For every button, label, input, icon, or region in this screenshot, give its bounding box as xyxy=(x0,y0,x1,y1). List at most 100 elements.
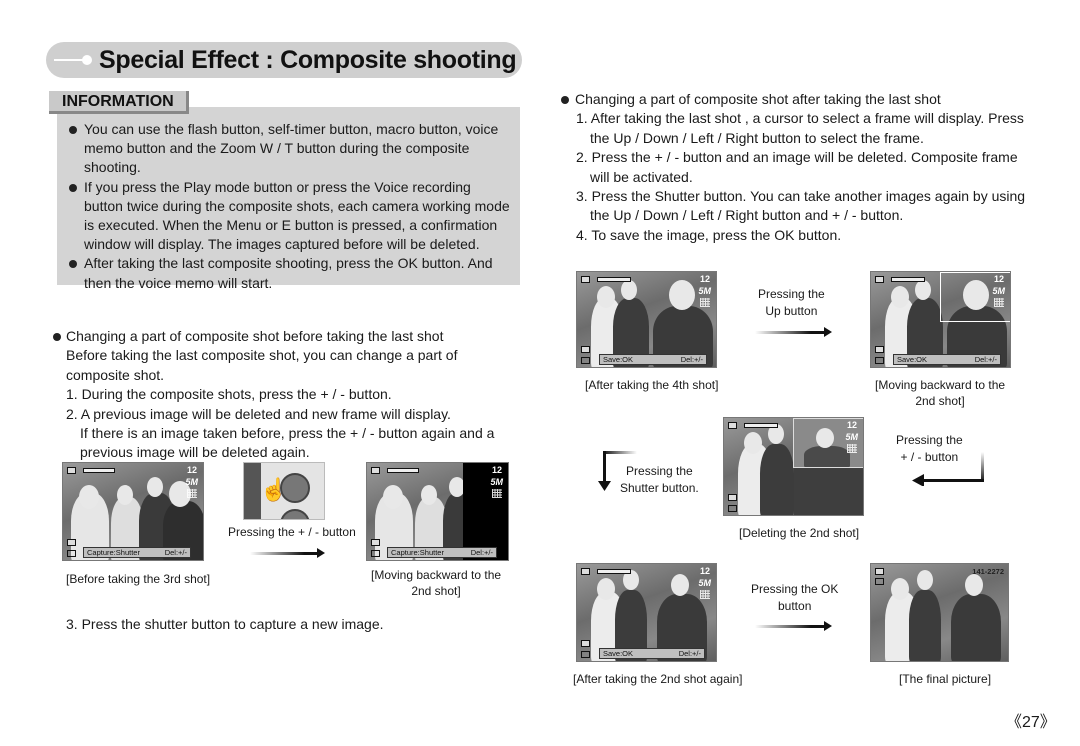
image-size: 5M xyxy=(992,286,1005,296)
right-arrow-icon xyxy=(250,548,325,558)
information-list: You can use the flash button, self-timer… xyxy=(68,120,513,293)
caption-deleting-2nd: [Deleting the 2nd shot] xyxy=(739,526,860,540)
quality-icon xyxy=(492,489,502,498)
quality-icon xyxy=(700,590,710,599)
page-number: 《27》 xyxy=(1006,714,1056,731)
caption-final-picture: [The final picture] xyxy=(899,672,992,686)
right-arrow-icon xyxy=(755,621,832,631)
label-line: Pressing the xyxy=(758,287,825,301)
quality-icon xyxy=(700,298,710,307)
file-number: 141-2272 xyxy=(972,567,1004,576)
label-line: Shutter button. xyxy=(620,481,699,495)
play-button-graphic xyxy=(280,509,310,519)
battery-icon xyxy=(875,578,884,585)
step-4: 4. To save the image, press the OK butto… xyxy=(576,226,842,243)
left-arrow-icon xyxy=(912,452,984,486)
frame-icon xyxy=(581,640,590,647)
battery-icon xyxy=(67,550,76,557)
right-arrow-icon xyxy=(755,327,832,337)
save-hint: Save:OK xyxy=(603,355,634,364)
screen-hint-bar: Capture:Shutter Del:+/- xyxy=(83,547,191,558)
shot-count: 12 xyxy=(993,274,1004,284)
camera-screen-after-4th: 12 5M Save:OK Del:+/- xyxy=(576,271,717,368)
step-2: 2. Press the + / - button and an image w… xyxy=(576,149,1018,185)
camera-mode-icon xyxy=(581,276,590,283)
battery-icon xyxy=(371,550,380,557)
caption-line: [Moving backward to the xyxy=(875,378,1006,392)
quality-icon xyxy=(187,489,197,498)
camera-screen-moving-backward-2: 12 5M Save:OK Del:+/- xyxy=(870,271,1011,368)
shot-count: 12 xyxy=(699,274,710,284)
caption-line: [Moving backward to the xyxy=(371,568,502,582)
section-heading: Changing a part of composite shot after … xyxy=(560,90,1035,109)
save-hint: Save:OK xyxy=(897,355,928,364)
info-bullet: If you press the Play mode button or pre… xyxy=(68,178,513,255)
shot-count: 12 xyxy=(491,465,502,475)
camera-mode-icon xyxy=(875,276,884,283)
screen-hint-bar: Save:OK Del:+/- xyxy=(599,354,707,365)
info-bullet: After taking the last composite shooting… xyxy=(68,254,513,292)
pointing-hand-icon: ☝ xyxy=(260,477,288,502)
step-1: 1. After taking the last shot , a cursor… xyxy=(576,110,1024,146)
frame-icon xyxy=(581,346,590,353)
image-size: 5M xyxy=(698,286,711,296)
caption-moving-backward: [Moving backward to the 2nd shot] xyxy=(371,567,501,599)
label-line: Pressing the xyxy=(896,433,963,447)
zoom-bar xyxy=(83,468,115,473)
image-size: 5M xyxy=(845,432,858,442)
caption-line: 2nd shot] xyxy=(915,394,965,408)
image-size: 5M xyxy=(185,477,198,487)
camera-screen-moving-backward: 12 5M Capture:Shutter Del:+/- xyxy=(366,462,509,561)
capture-hint: Capture:Shutter xyxy=(391,548,444,557)
page-title-bar: Special Effect : Composite shooting xyxy=(46,42,522,78)
image-size: 5M xyxy=(698,578,711,588)
step-3: 3. Press the Shutter button. You can tak… xyxy=(576,188,1026,224)
arrow-label-up: Pressing the Up button xyxy=(758,286,825,320)
step-3: 3. Press the shutter button to capture a… xyxy=(66,616,384,632)
label-line: Pressing the xyxy=(626,464,693,478)
screen-hint-bar: Capture:Shutter Del:+/- xyxy=(387,547,497,558)
zoom-bar xyxy=(891,277,925,282)
arrow-label-ok: Pressing the OK button xyxy=(751,581,838,615)
frame-icon xyxy=(728,494,737,501)
zoom-bar xyxy=(597,277,631,282)
information-tab: INFORMATION xyxy=(49,91,189,114)
screen-hint-bar: Save:OK Del:+/- xyxy=(893,354,1001,365)
step-1: 1. During the composite shots, press the… xyxy=(66,386,392,403)
step-2: 2. A previous image will be deleted and … xyxy=(66,405,451,422)
section-heading: Changing a part of composite shot before… xyxy=(52,327,522,346)
save-hint: Save:OK xyxy=(603,649,634,658)
label-line: button xyxy=(778,599,812,613)
before-last-section: Changing a part of composite shot before… xyxy=(52,327,522,463)
plus-minus-button-photo: ☝ xyxy=(243,462,325,520)
shot-count: 12 xyxy=(846,420,857,430)
delete-hint: Del:+/- xyxy=(470,548,493,557)
frame-icon xyxy=(371,539,380,546)
battery-icon xyxy=(875,357,884,364)
capture-hint: Capture:Shutter xyxy=(87,548,140,557)
step-2-detail: If there is an image taken before, press… xyxy=(80,425,495,461)
title-decoration-dot xyxy=(82,55,92,65)
caption-line: 2nd shot] xyxy=(411,584,461,598)
delete-hint: Del:+/- xyxy=(680,355,703,364)
camera-mode-icon xyxy=(581,568,590,575)
camera-screen-after-2nd-again: 12 5M Save:OK Del:+/- xyxy=(576,563,717,662)
title-decoration-line xyxy=(54,59,84,61)
image-size: 5M xyxy=(490,477,503,487)
screen-hint-bar: Save:OK Del:+/- xyxy=(599,648,705,659)
label-line: Up button xyxy=(765,304,818,318)
battery-icon xyxy=(581,357,590,364)
shot-count: 12 xyxy=(186,465,197,475)
play-mode-icon xyxy=(875,568,884,575)
delete-hint: Del:+/- xyxy=(974,355,997,364)
zoom-bar xyxy=(387,468,419,473)
caption-moving-backward-2: [Moving backward to the 2nd shot] xyxy=(875,377,1005,409)
after-last-section: Changing a part of composite shot after … xyxy=(560,90,1035,245)
quality-icon xyxy=(994,298,1004,307)
arrow-label-shutter: Pressing the Shutter button. xyxy=(620,463,699,497)
battery-icon xyxy=(728,505,737,512)
delete-hint: Del:+/- xyxy=(164,548,187,557)
caption-after-4th: [After taking the 4th shot] xyxy=(585,378,719,392)
info-bullet: You can use the flash button, self-timer… xyxy=(68,120,513,178)
zoom-bar xyxy=(744,423,778,428)
